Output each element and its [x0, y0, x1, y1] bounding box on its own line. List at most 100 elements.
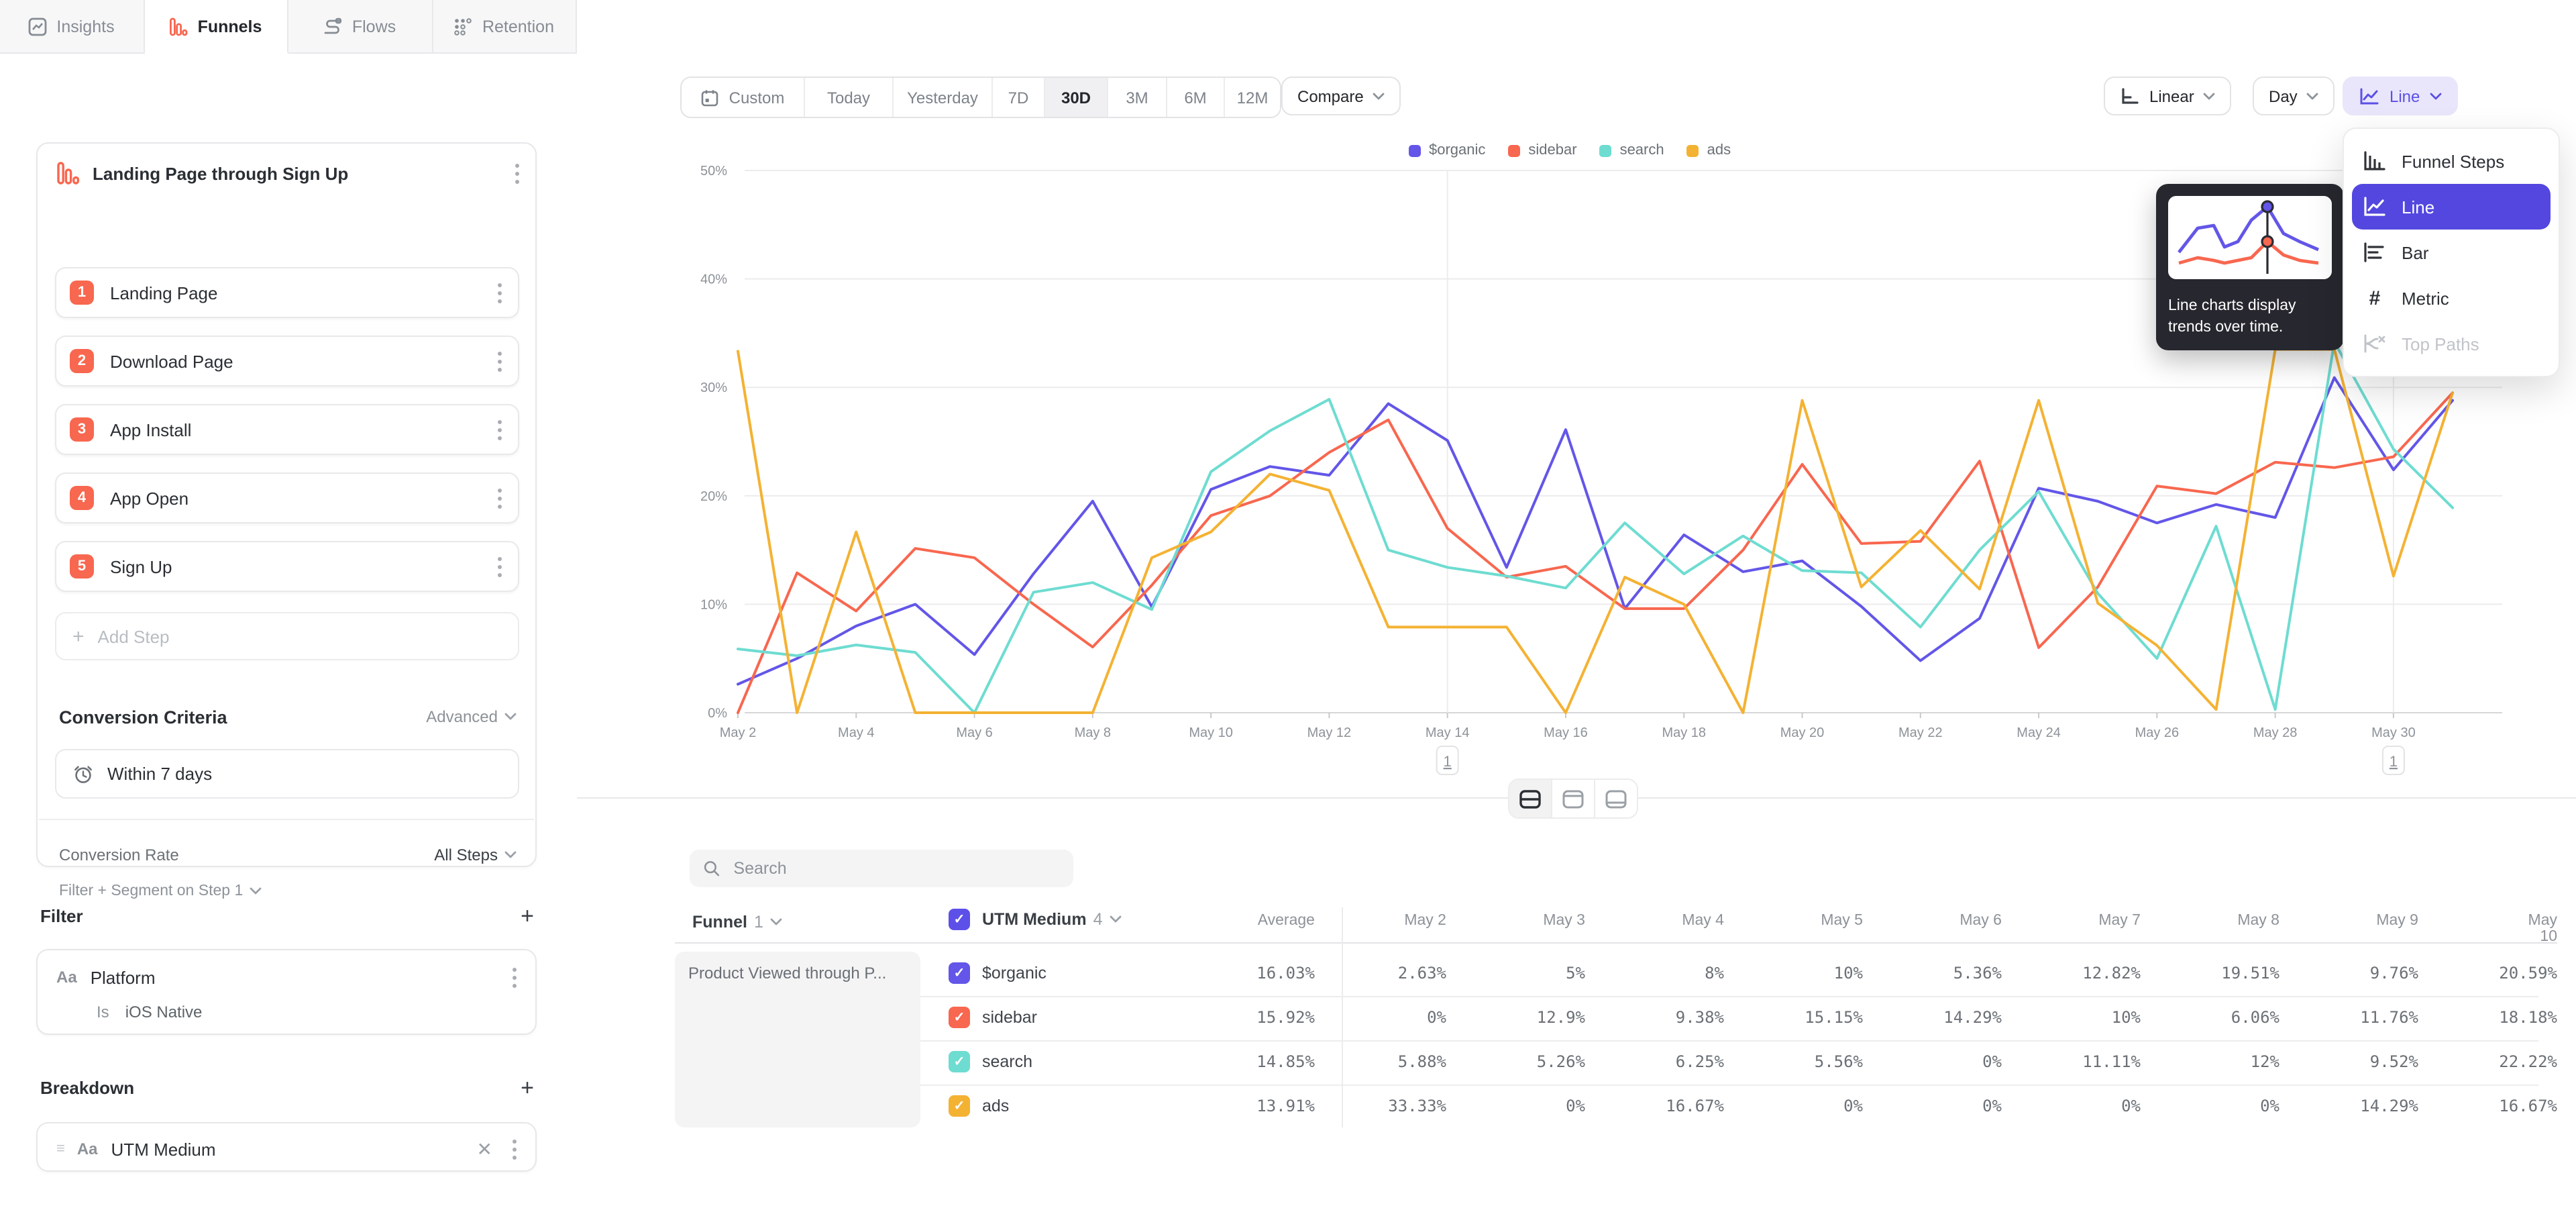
- layout-split-view-button[interactable]: [1509, 780, 1552, 817]
- filter-segment-dropdown[interactable]: Filter + Segment on Step 1: [59, 883, 262, 899]
- tab-flows[interactable]: Flows: [288, 0, 433, 54]
- layout-table-only-button[interactable]: [1595, 780, 1637, 817]
- step-number-badge: 5: [70, 554, 94, 578]
- cell-value: 19.51%: [2221, 964, 2279, 983]
- range-yesterday[interactable]: Yesterday: [894, 78, 993, 117]
- funnel-kebab-menu[interactable]: [513, 158, 522, 188]
- tab-label: Retention: [482, 17, 554, 36]
- x-axis-label: May 16: [1544, 725, 1588, 740]
- tab-insights[interactable]: Insights: [0, 0, 144, 54]
- funnel-step-3[interactable]: 3 App Install: [55, 404, 519, 455]
- column-header-date[interactable]: May 8: [2237, 913, 2279, 929]
- step-kebab-menu[interactable]: [495, 415, 504, 444]
- breakdown-kebab-menu[interactable]: [510, 1134, 519, 1164]
- funnel-step-2[interactable]: 2 Download Page: [55, 336, 519, 387]
- column-header-date[interactable]: May 6: [1960, 913, 2002, 929]
- report-tabstrip: Insights Funnels Flows Retention: [0, 0, 577, 54]
- chart-type-tooltip: Line charts display trends over time.: [2156, 184, 2344, 350]
- step-kebab-menu[interactable]: [495, 278, 504, 307]
- menu-item-line[interactable]: Line: [2352, 184, 2551, 230]
- step-kebab-menu[interactable]: [495, 552, 504, 581]
- table-row-ads[interactable]: ✓ads13.91%33.33%0%16.67%0%0%0%0%14.29%16…: [920, 1085, 2557, 1129]
- filter-operator[interactable]: Is: [97, 1003, 109, 1021]
- column-header-date[interactable]: May 7: [2098, 913, 2141, 929]
- step-label: Download Page: [110, 351, 479, 371]
- tab-funnels[interactable]: Funnels: [144, 0, 288, 54]
- x-axis-label: May 4: [838, 725, 874, 740]
- range-30d[interactable]: 30D: [1045, 78, 1108, 117]
- funnel-steps-icon: [2363, 150, 2387, 172]
- table-row-organic[interactable]: ✓$organic16.03%2.63%5%8%10%5.36%12.82%19…: [920, 952, 2557, 996]
- add-breakdown-button[interactable]: +: [521, 1076, 534, 1099]
- range-today[interactable]: Today: [805, 78, 894, 117]
- series-checkbox[interactable]: ✓: [949, 1007, 970, 1028]
- cell-value: 11.11%: [2082, 1052, 2141, 1071]
- menu-item-top-paths[interactable]: Top Paths: [2352, 321, 2551, 366]
- filter-kebab-menu[interactable]: [510, 962, 519, 992]
- chevron-down-icon: [770, 918, 782, 926]
- series-line-search: [738, 342, 2453, 713]
- column-header-date[interactable]: May 5: [1821, 913, 1863, 929]
- series-checkbox[interactable]: ✓: [949, 962, 970, 984]
- breakdown-column-header[interactable]: ✓ UTM Medium 4: [949, 909, 1121, 930]
- table-row-search[interactable]: ✓search14.85%5.88%5.26%6.25%5.56%0%11.11…: [920, 1040, 2557, 1085]
- column-header-date[interactable]: May 4: [1682, 913, 1724, 929]
- series-checkbox[interactable]: ✓: [949, 1051, 970, 1072]
- menu-item-metric[interactable]: # Metric: [2352, 275, 2551, 321]
- funnel-group-cell[interactable]: Product Viewed through P...: [675, 952, 920, 1127]
- series-line-organic: [738, 378, 2453, 685]
- breakdown-property[interactable]: UTM Medium: [111, 1139, 460, 1159]
- range-3m[interactable]: 3M: [1108, 78, 1167, 117]
- x-axis-label: May 22: [1898, 725, 1943, 740]
- step-kebab-menu[interactable]: [495, 346, 504, 376]
- series-name: search: [982, 1052, 1032, 1071]
- column-header-date[interactable]: May 9: [2376, 913, 2418, 929]
- column-header-date[interactable]: May 2: [1404, 913, 1446, 929]
- column-header-date[interactable]: May 3: [1543, 913, 1585, 929]
- layout-chart-only-button[interactable]: [1552, 780, 1595, 817]
- funnel-title-row[interactable]: Landing Page through Sign Up: [56, 157, 522, 189]
- funnel-step-5[interactable]: 5 Sign Up: [55, 541, 519, 592]
- compare-button[interactable]: Compare: [1281, 77, 1401, 115]
- filter-property[interactable]: Platform: [91, 967, 496, 987]
- remove-breakdown-icon[interactable]: ✕: [473, 1138, 496, 1160]
- cell-value: 0%: [1566, 1097, 1585, 1115]
- funnel-step-1[interactable]: 1 Landing Page: [55, 267, 519, 318]
- filter-value[interactable]: iOS Native: [125, 1003, 203, 1021]
- add-filter-button[interactable]: +: [521, 905, 534, 927]
- range-7d[interactable]: 7D: [993, 78, 1045, 117]
- cell-value: 12.9%: [1537, 1008, 1585, 1027]
- tab-retention[interactable]: Retention: [433, 0, 577, 54]
- advanced-dropdown[interactable]: Advanced: [426, 707, 517, 726]
- select-all-checkbox[interactable]: ✓: [949, 909, 970, 930]
- table-row-sidebar[interactable]: ✓sidebar15.92%0%12.9%9.38%15.15%14.29%10…: [920, 996, 2557, 1040]
- funnel-step-4[interactable]: 4 App Open: [55, 472, 519, 523]
- range-custom[interactable]: Custom: [682, 78, 805, 117]
- all-steps-dropdown[interactable]: All Steps: [434, 846, 517, 864]
- x-axis-label: May 10: [1189, 725, 1233, 740]
- add-step-button[interactable]: + Add Step: [55, 612, 519, 660]
- chart-top-icon: [1562, 789, 1585, 809]
- funnel-column-header[interactable]: Funnel 1: [692, 913, 782, 932]
- menu-item-funnel-steps[interactable]: Funnel Steps: [2352, 138, 2551, 184]
- menu-item-bar[interactable]: Bar: [2352, 230, 2551, 275]
- scale-dropdown[interactable]: Linear: [2104, 77, 2232, 115]
- query-sidebar: Metric Landing Page through Sign Up 1 La…: [0, 54, 578, 1208]
- series-checkbox[interactable]: ✓: [949, 1095, 970, 1117]
- x-axis-label: May 20: [1780, 725, 1825, 740]
- range-12m[interactable]: 12M: [1225, 78, 1280, 117]
- interval-dropdown[interactable]: Day: [2253, 77, 2335, 115]
- range-6m[interactable]: 6M: [1167, 78, 1225, 117]
- column-header-average[interactable]: Average: [1258, 913, 1315, 929]
- step-kebab-menu[interactable]: [495, 483, 504, 513]
- x-axis-label: May 12: [1307, 725, 1352, 740]
- search-input[interactable]: [731, 858, 1060, 879]
- report-canvas: Custom Today Yesterday 7D 30D 3M 6M 12M …: [577, 0, 2576, 1208]
- drag-handle-icon[interactable]: ≡: [56, 1141, 64, 1157]
- column-header-date[interactable]: May 10: [2528, 913, 2557, 945]
- y-axis-label: 20%: [700, 489, 727, 504]
- conversion-window-card[interactable]: Within 7 days: [55, 749, 519, 799]
- step-label: App Open: [110, 488, 479, 508]
- y-axis-label: 40%: [700, 272, 727, 287]
- chart-type-dropdown[interactable]: Line: [2343, 77, 2457, 115]
